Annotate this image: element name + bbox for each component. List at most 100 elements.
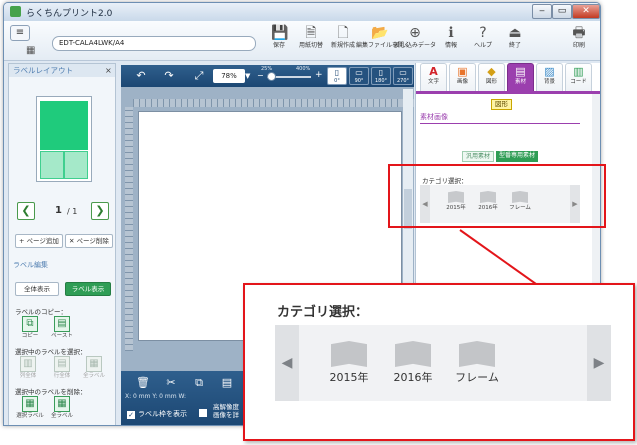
text-tab-label: 文字 — [427, 79, 439, 85]
rotate-180-button[interactable]: ▯ 180° — [371, 67, 391, 85]
delete-selected-label: 選択ラベル — [16, 413, 44, 419]
label-cell-bottom-left[interactable] — [40, 151, 64, 179]
callout-prev-icon[interactable]: ◀ — [275, 325, 299, 401]
label-cell-bottom-right[interactable] — [64, 151, 88, 179]
book-icon — [459, 341, 495, 367]
printer-icon: 🖶 — [572, 25, 586, 41]
redo-icon[interactable]: ↷ — [161, 68, 177, 84]
delete-page-button[interactable]: ✕ ページ削除 — [65, 234, 113, 248]
close-button[interactable]: ✕ — [572, 4, 600, 19]
open-file-icon: 📂 — [371, 25, 389, 41]
add-page-button[interactable]: + ページ追加 — [15, 234, 63, 248]
panel-close-icon[interactable]: × — [105, 64, 112, 77]
label-layout-header: ラベルレイアウト × — [9, 64, 115, 77]
print-button[interactable]: 🖶 印刷 — [562, 25, 596, 59]
minimize-button[interactable]: ‒ — [532, 4, 552, 19]
prev-page-button[interactable]: ❮ — [17, 202, 35, 220]
label-layout-panel: ラベルレイアウト × ❮ 1 / 1 ❯ + ページ追加 ✕ ページ削除 ラベル… — [8, 63, 116, 425]
zoom-value[interactable]: 78% — [213, 69, 245, 83]
zoom-dropdown-icon[interactable]: ▼ — [245, 69, 255, 83]
paste-button[interactable]: ▤ ペースト — [51, 316, 73, 340]
window-title: らくちんプリント2.0 — [26, 9, 113, 19]
delete-all-label: 全ラベル — [50, 413, 73, 419]
shape-tab-label: 図形 — [485, 79, 497, 85]
callout-category-label: フレーム — [455, 371, 499, 384]
grid-icon[interactable]: ▦ — [26, 45, 37, 56]
cut-icon[interactable]: ✂ — [163, 375, 179, 391]
tab-text[interactable]: A 文字 — [420, 63, 447, 91]
copy-label: コピー — [21, 333, 39, 339]
paste-icon: ▤ — [54, 316, 70, 332]
show-frame-label: ラベル枠を表示 — [138, 410, 187, 418]
callout-category-label: 2016年 — [393, 371, 433, 384]
select-column-button[interactable]: ▥ 列全体 — [17, 356, 39, 380]
text-tab-icon: A — [429, 65, 438, 78]
label-cell-top[interactable] — [40, 101, 88, 150]
rotate-90-label: 90° — [354, 78, 364, 84]
rotate-270-button[interactable]: ▭ 270° — [393, 67, 413, 85]
select-row-button[interactable]: ▤ 行全体 — [51, 356, 73, 380]
code-tab-icon: ▥ — [573, 65, 584, 78]
checkbox-checked-icon[interactable]: ✓ — [127, 411, 135, 419]
select-column-label: 列全体 — [19, 373, 37, 379]
select-all-label: 全ラベル — [82, 373, 105, 379]
open-button[interactable]: 📂 編集ファイルを開く — [356, 25, 410, 59]
zoom-in-icon[interactable]: + — [315, 70, 323, 80]
menu-icon[interactable]: ≡ — [10, 25, 30, 41]
maximize-button[interactable]: ▭ — [552, 4, 572, 19]
high-res-label: 高解像度 画像を詳 — [213, 403, 239, 419]
vertical-ruler — [125, 107, 133, 351]
tab-material[interactable]: ▤ 素材 — [507, 63, 534, 91]
rotate-90-button[interactable]: ▭ 90° — [349, 67, 369, 85]
high-res-label-line2: 画像を詳 — [213, 411, 239, 419]
total-pages: / 1 — [67, 207, 78, 216]
next-page-button[interactable]: ❯ — [91, 202, 109, 220]
zoom-callout: カテゴリ選択： ◀ 2015年 2016年 フレーム ▶ — [243, 283, 635, 441]
show-frame-checkbox-row[interactable]: ✓ ラベル枠を表示 — [127, 409, 187, 419]
zoom-max-label: 400% — [296, 66, 311, 72]
fit-screen-icon[interactable]: ⤢ — [191, 68, 207, 84]
high-res-checkbox[interactable] — [199, 409, 207, 417]
merge-button[interactable]: ⊕ 差し込みデータ — [394, 25, 436, 59]
show-label-button[interactable]: ラベル表示 — [65, 282, 111, 296]
current-page-number: 1 — [55, 205, 62, 216]
tab-background[interactable]: ▨ 背景 — [536, 63, 563, 91]
delete-section-label: 選択中のラベルを削除： — [15, 388, 87, 396]
select-all-icon: ▦ — [86, 356, 102, 372]
model-specific-material-tab[interactable]: 型番専用素材 — [496, 151, 539, 162]
delete-icon[interactable]: 🗑 — [135, 375, 151, 391]
callout-next-icon[interactable]: ▶ — [587, 325, 611, 401]
select-row-label: 行全体 — [53, 373, 71, 379]
tab-shape[interactable]: ◆ 図形 — [478, 63, 505, 91]
rotate-0-button[interactable]: ▯ 0° — [327, 67, 347, 85]
rotate-icon: ▯ — [334, 68, 340, 77]
tab-code[interactable]: ▥ コード — [565, 63, 592, 91]
callout-category-item[interactable]: 2015年 — [319, 341, 379, 389]
label-edit-section: ラベル編集 — [13, 261, 48, 269]
select-all-button[interactable]: ▦ 全ラベル — [83, 356, 105, 380]
code-tab-label: コード — [570, 79, 587, 85]
material-tab-label: 素材 — [514, 79, 526, 85]
zoom-slider-handle[interactable] — [267, 72, 276, 81]
zoom-out-icon[interactable]: − — [257, 71, 264, 80]
show-all-button[interactable]: 全体表示 — [15, 282, 59, 296]
active-tab-strip — [416, 91, 600, 94]
tab-image[interactable]: ▣ 画像 — [449, 63, 476, 91]
copy-button[interactable]: ⧉ コピー — [19, 316, 41, 340]
document-name-field[interactable]: EDT-CALA4LWK/A4 — [52, 36, 256, 51]
callout-category-item[interactable]: 2016年 — [383, 341, 443, 389]
merge-data-icon: ⊕ — [409, 25, 421, 41]
new-button[interactable]: 🗋 新規作成 — [326, 25, 360, 59]
app-icon — [10, 6, 21, 17]
copy-icon: ⧉ — [22, 316, 38, 332]
general-material-tab[interactable]: 汎用素材 — [462, 151, 495, 162]
paste-object-icon[interactable]: ▤ — [219, 375, 235, 391]
copy-object-icon[interactable]: ⧉ — [191, 375, 207, 391]
undo-icon[interactable]: ↶ — [133, 68, 149, 84]
exit-button[interactable]: ⏏ 終了 — [498, 25, 532, 59]
delete-selected-button[interactable]: ▦ 選択ラベル — [16, 396, 44, 420]
exit-icon: ⏏ — [508, 25, 522, 41]
book-icon — [331, 341, 367, 367]
callout-category-item[interactable]: フレーム — [447, 341, 507, 389]
delete-all-button[interactable]: ▦ 全ラベル — [51, 396, 73, 420]
